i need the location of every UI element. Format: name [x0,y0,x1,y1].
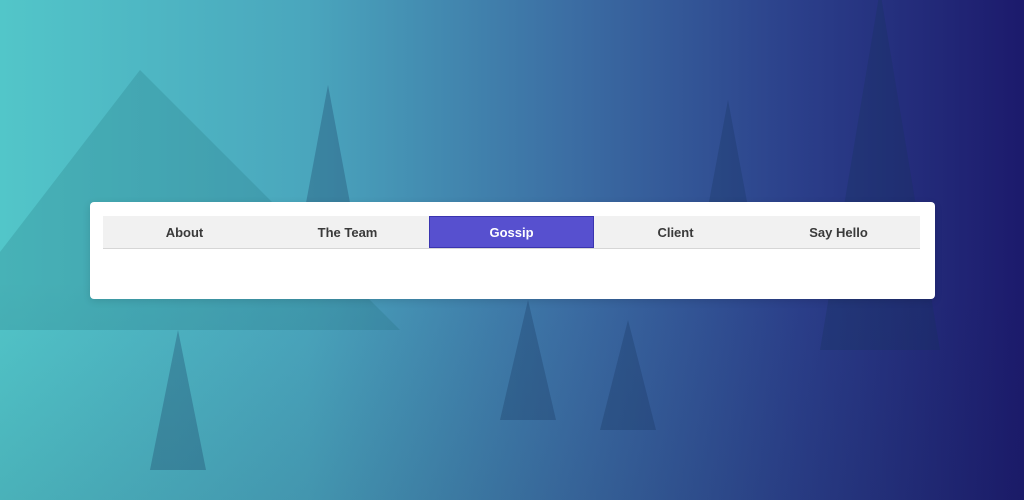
tab-content-panel [103,249,920,289]
background-tree [600,320,656,430]
tab-the-team[interactable]: The Team [266,216,429,248]
tab-about[interactable]: About [103,216,266,248]
background-haze [0,280,1024,500]
background-tree [500,300,556,420]
tab-bar: About The Team Gossip Client Say Hello [103,216,920,249]
tab-say-hello[interactable]: Say Hello [757,216,920,248]
tab-gossip[interactable]: Gossip [429,216,594,248]
background-tree [150,330,206,470]
tabs-card: About The Team Gossip Client Say Hello [90,202,935,299]
tab-client[interactable]: Client [594,216,757,248]
